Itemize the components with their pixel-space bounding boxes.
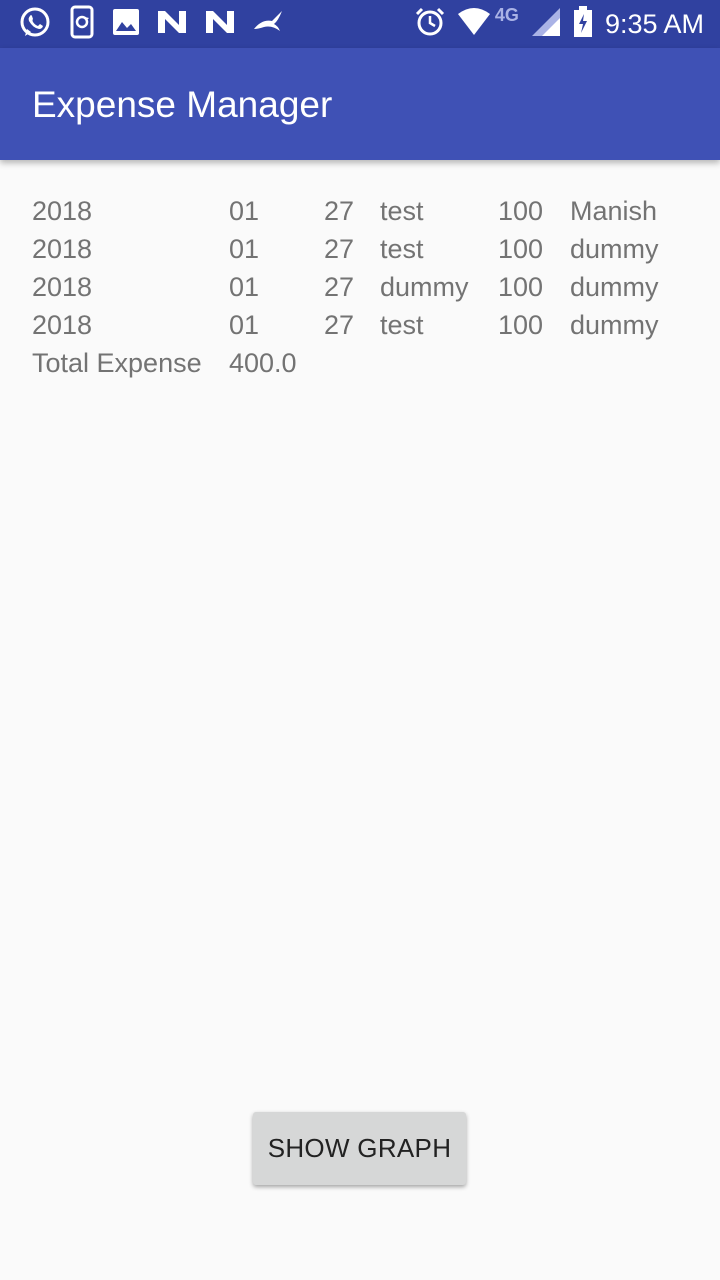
month-cell: 01 — [229, 272, 260, 302]
day-cell: 27 — [324, 234, 355, 264]
bird-icon — [252, 9, 284, 40]
n-icon — [204, 9, 236, 40]
month-cell: 01 — [229, 234, 260, 264]
year-cell: 2018 — [32, 272, 93, 302]
day-cell: 27 — [324, 272, 355, 302]
alarm-icon — [415, 7, 445, 42]
month-cell: 01 — [229, 310, 260, 340]
year-cell: 2018 — [32, 310, 93, 340]
image-icon — [112, 8, 140, 41]
amount-cell: 100 — [498, 196, 544, 226]
amount-cell: 100 — [498, 234, 544, 264]
clock: 9:35 AM — [604, 8, 704, 39]
total-value: 400.0 — [229, 348, 297, 378]
amount-cell: 100 — [498, 272, 544, 302]
name-cell: dummy — [570, 272, 659, 302]
system-icons: 4G 9:35 AM — [403, 4, 704, 43]
network-type: 4G — [494, 4, 519, 25]
description-cell: test — [380, 234, 424, 264]
description-cell: test — [380, 310, 424, 340]
app-bar: Expense Manager — [0, 48, 720, 160]
name-cell: Manish — [570, 196, 658, 226]
whatsapp-icon — [18, 5, 52, 44]
show-graph-button[interactable]: SHOW GRAPH — [253, 1112, 466, 1185]
name-cell: dummy — [570, 310, 659, 340]
day-cell: 27 — [324, 310, 355, 340]
app-title: Expense Manager — [32, 84, 333, 125]
status-bar: 4G 9:35 AM — [0, 0, 720, 48]
battery-icon — [573, 5, 593, 43]
n-icon — [156, 9, 188, 40]
month-cell: 01 — [229, 196, 260, 226]
day-cell: 27 — [324, 196, 355, 226]
description-cell: dummy — [380, 272, 469, 302]
name-cell: dummy — [570, 234, 659, 264]
phone-sync-icon — [68, 5, 96, 44]
year-cell: 2018 — [32, 196, 93, 226]
notification-icons — [18, 5, 300, 44]
total-label: Total Expense — [32, 348, 202, 378]
amount-cell: 100 — [498, 310, 544, 340]
wifi-icon — [457, 7, 491, 41]
description-cell: test — [380, 196, 424, 226]
year-cell: 2018 — [32, 234, 93, 264]
signal-icon — [531, 7, 561, 42]
